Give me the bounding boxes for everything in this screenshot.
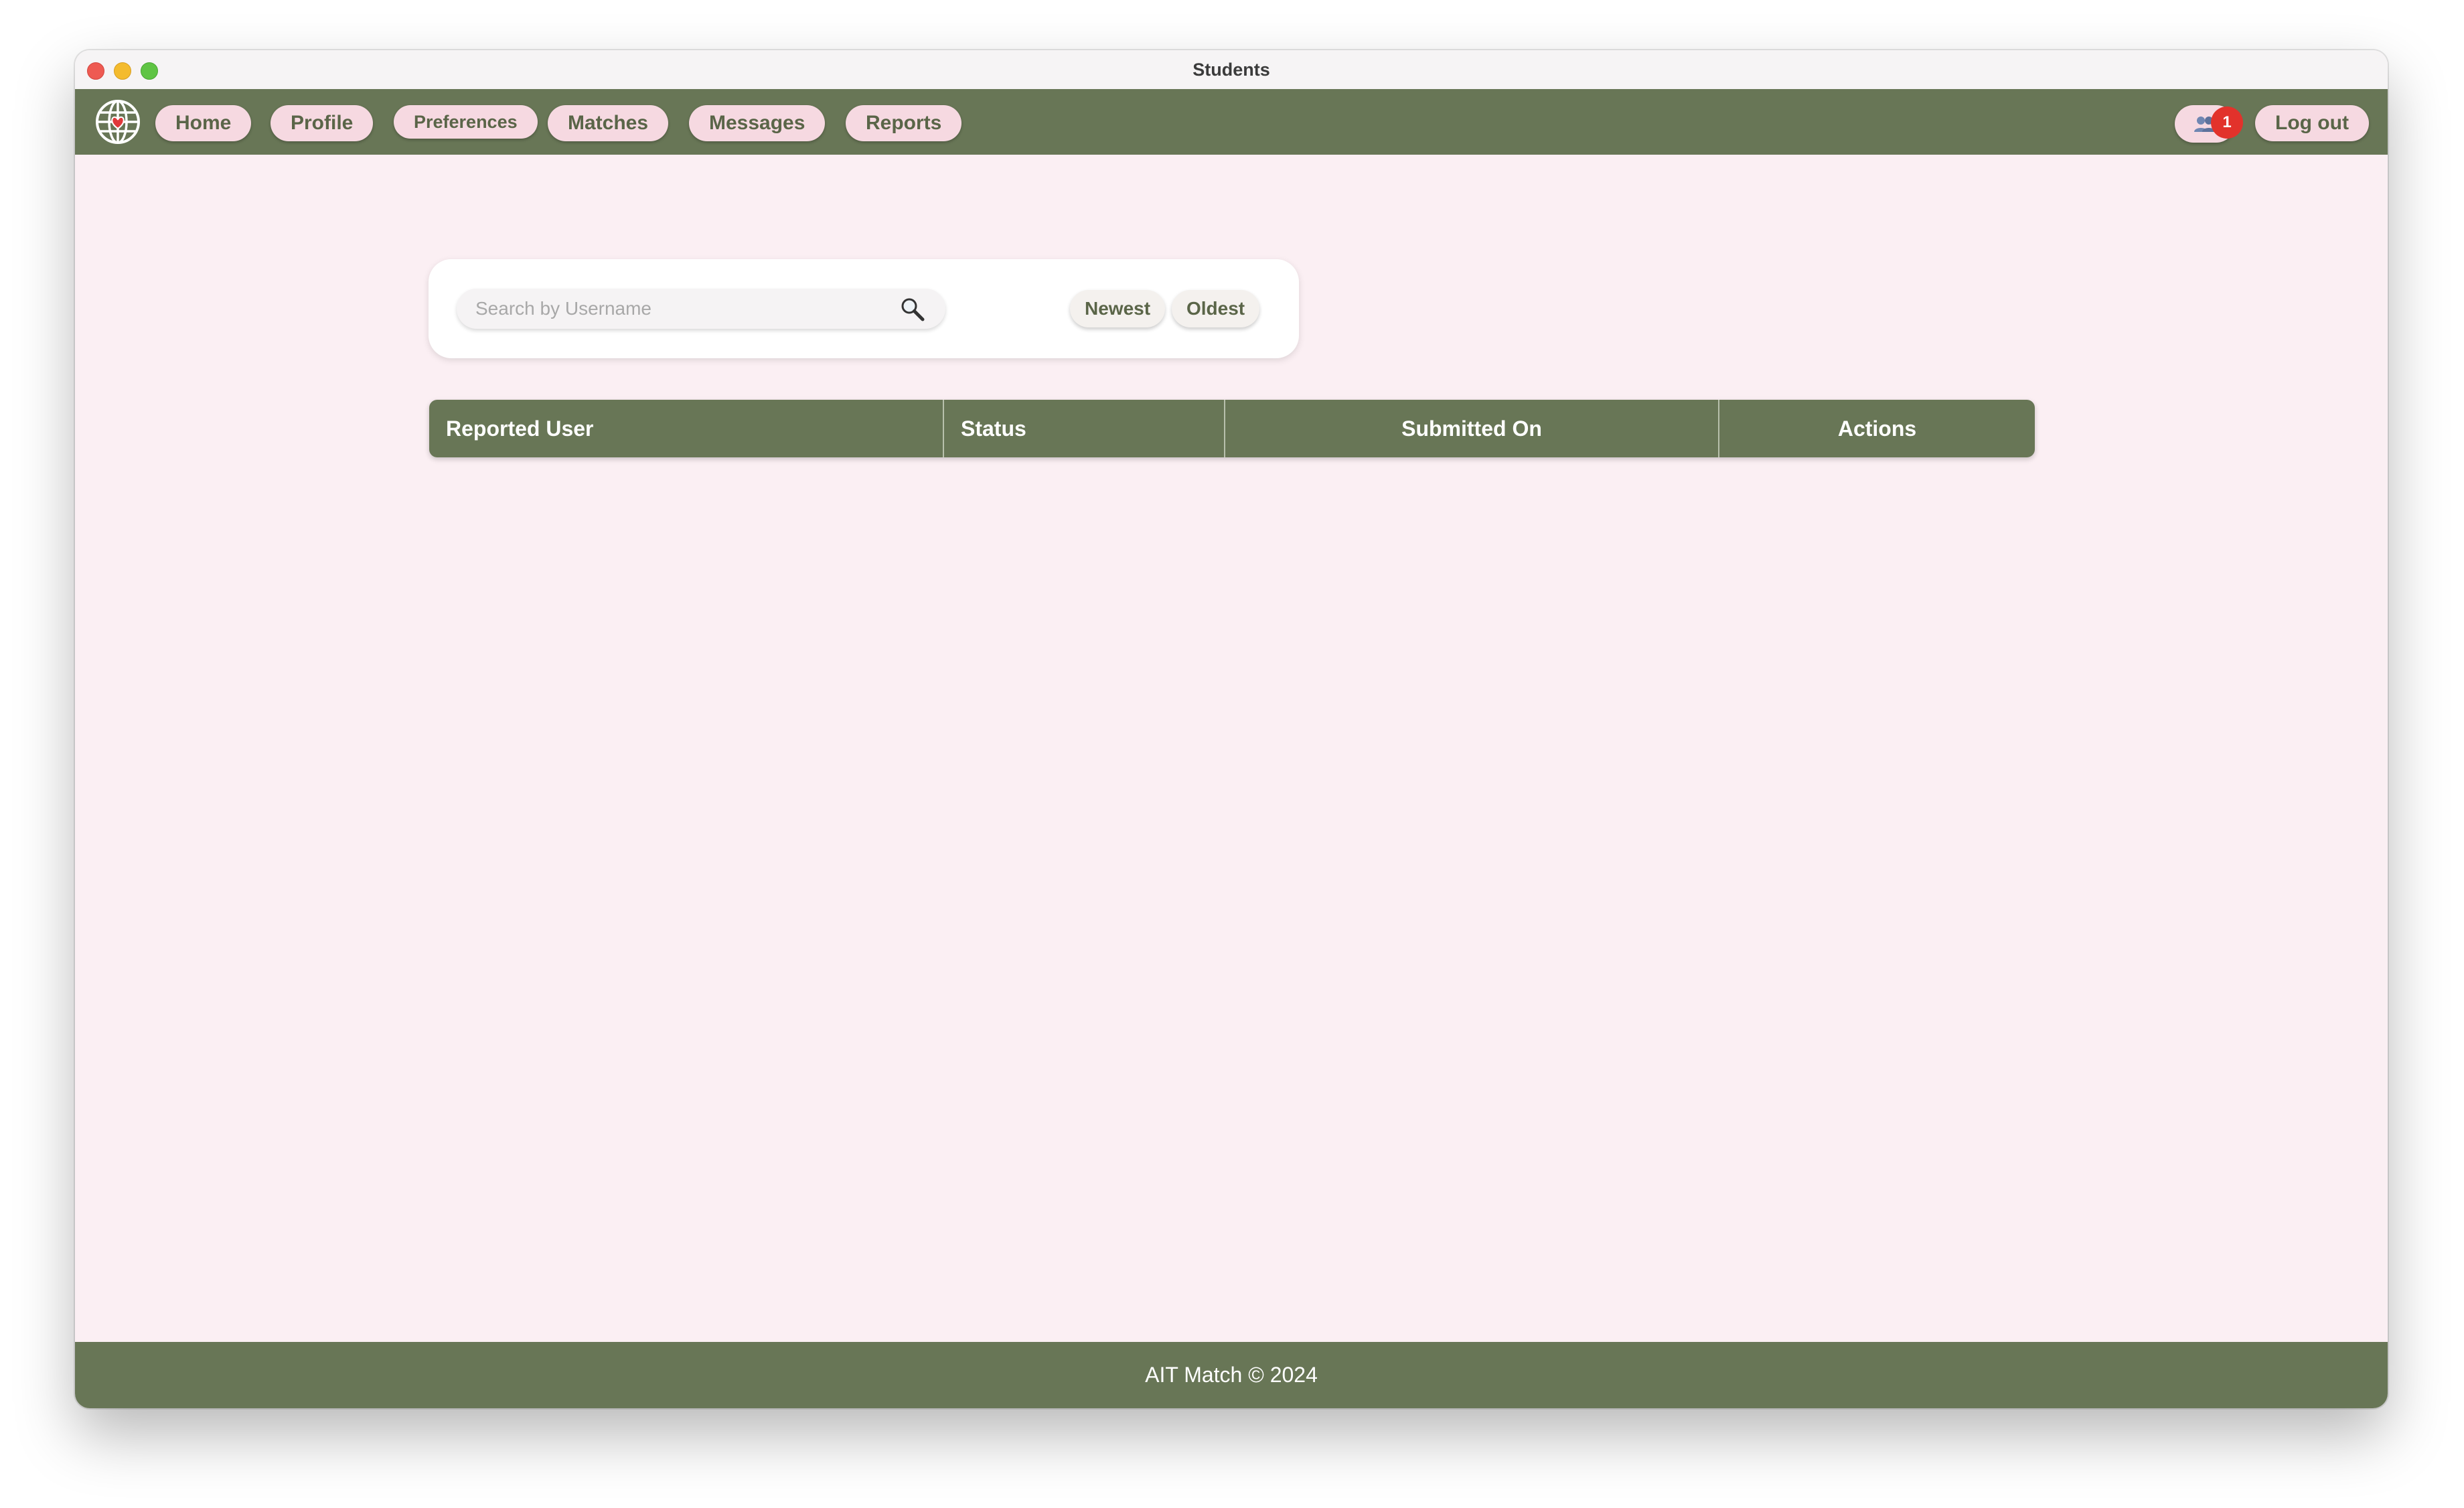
top-navbar: Home Profile Preferences Matches Message… [75,89,2388,155]
notification-count-badge: 1 [2211,106,2243,139]
window-title: Students [1192,60,1270,80]
main-content: Newest Oldest Reported User Status Submi… [75,155,2388,1342]
nav-preferences-button[interactable]: Preferences [394,105,538,139]
search-icon[interactable] [899,295,927,323]
nav-home-button[interactable]: Home [155,105,252,141]
sort-oldest-button[interactable]: Oldest [1172,290,1260,327]
nav-matches-button[interactable]: Matches [548,105,669,141]
logout-button[interactable]: Log out [2255,105,2369,141]
column-header-reported-user: Reported User [446,417,594,441]
search-username-input[interactable] [457,289,904,329]
nav-reports-button[interactable]: Reports [846,105,962,141]
title-bar: Students [75,50,2388,90]
footer: AIT Match © 2024 [75,1342,2388,1408]
column-header-actions: Actions [1718,400,2035,457]
search-filter-card: Newest Oldest [429,259,1299,358]
nav-profile-button[interactable]: Profile [271,105,374,141]
sort-newest-button[interactable]: Newest [1070,290,1166,327]
reports-table-header: Reported User Status Submitted On Action… [429,400,2035,457]
column-header-submitted-on: Submitted On [1224,400,1718,457]
column-header-status: Status [943,400,1224,457]
logo-globe-heart-icon[interactable] [94,98,142,146]
app-window: Students Home Profile Preferences Matche… [75,50,2388,1408]
search-box [457,289,945,329]
nav-messages-button[interactable]: Messages [689,105,826,141]
